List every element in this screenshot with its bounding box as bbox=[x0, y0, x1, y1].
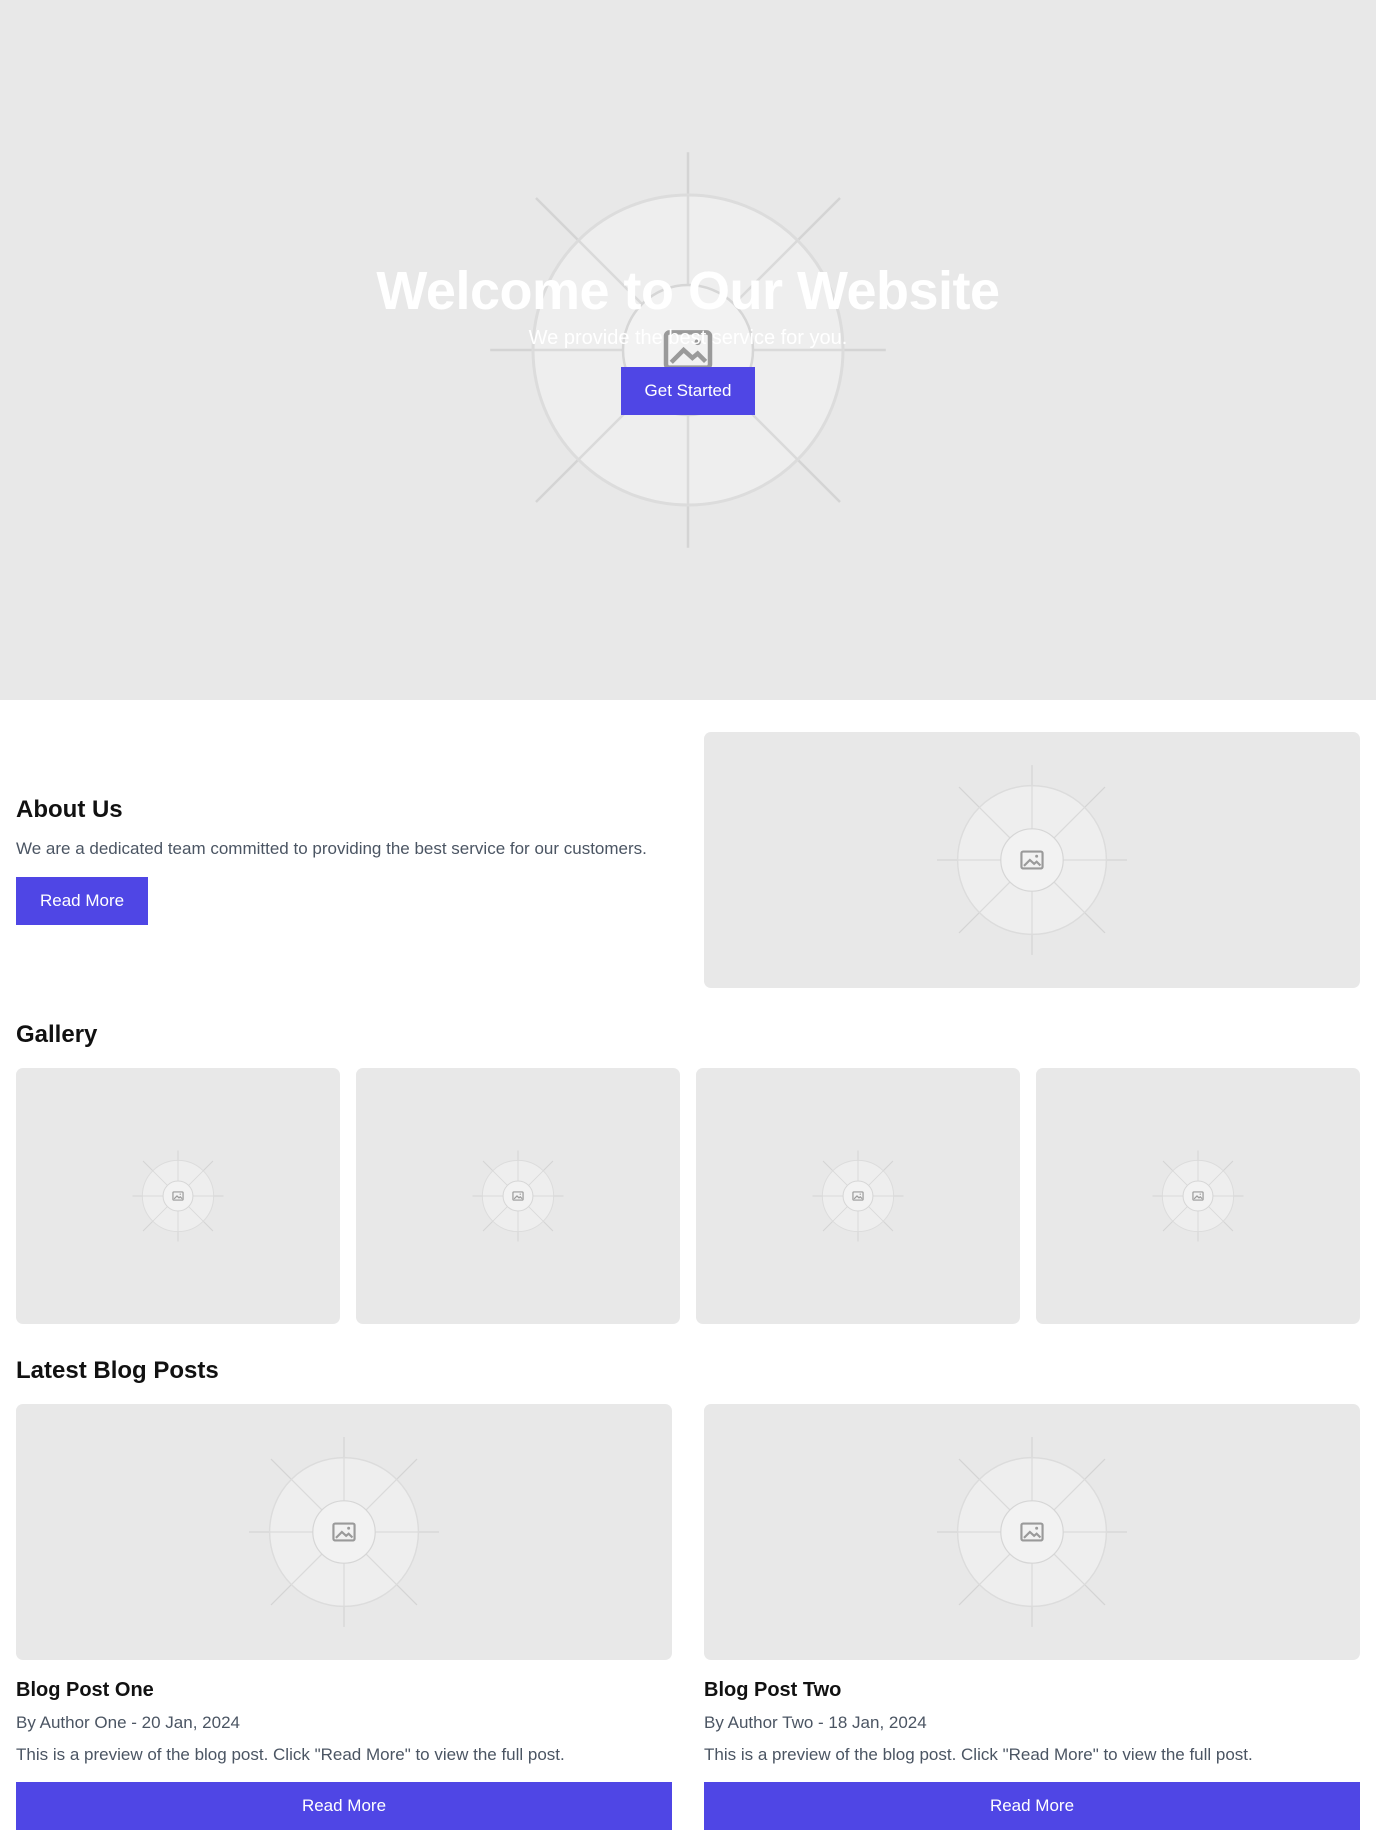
placeholder-artwork bbox=[132, 1150, 224, 1242]
get-started-button[interactable]: Get Started bbox=[620, 367, 756, 416]
blog-card: Blog Post Two By Author Two - 18 Jan, 20… bbox=[704, 1404, 1360, 1831]
gallery-image bbox=[16, 1068, 340, 1324]
blog-post-meta: By Author One - 20 Jan, 2024 bbox=[16, 1713, 240, 1732]
placeholder-artwork bbox=[937, 765, 1127, 955]
placeholder-artwork bbox=[249, 1437, 439, 1627]
blog-read-more-button[interactable]: Read More bbox=[16, 1782, 672, 1831]
placeholder-artwork bbox=[812, 1150, 904, 1242]
hero-section: Welcome to Our Website We provide the be… bbox=[0, 0, 1376, 700]
about-read-more-button[interactable]: Read More bbox=[16, 876, 149, 925]
blog-post-title: Blog Post One bbox=[16, 1679, 154, 1701]
about-text: About Us We are a dedicated team committ… bbox=[16, 796, 676, 925]
blog-post-meta: By Author Two - 18 Jan, 2024 bbox=[704, 1713, 927, 1732]
placeholder-artwork bbox=[1152, 1150, 1244, 1242]
gallery-image bbox=[696, 1068, 1020, 1324]
blog-post-image bbox=[704, 1404, 1360, 1660]
gallery-title: Gallery bbox=[16, 1021, 98, 1048]
about-description: We are a dedicated team committed to pro… bbox=[16, 838, 647, 858]
hero-subtitle: We provide the best service for you. bbox=[528, 327, 848, 350]
about-title: About Us bbox=[16, 796, 123, 823]
gallery-image bbox=[1036, 1068, 1360, 1324]
blog-post-image bbox=[16, 1404, 672, 1660]
hero-title: Welcome to Our Website bbox=[376, 261, 1000, 321]
blog-read-more-button[interactable]: Read More bbox=[704, 1782, 1360, 1831]
placeholder-artwork bbox=[472, 1150, 564, 1242]
hero-content: Welcome to Our Website We provide the be… bbox=[0, 261, 1376, 416]
about-image bbox=[704, 732, 1360, 988]
placeholder-artwork bbox=[937, 1437, 1127, 1627]
blog-post-preview: This is a preview of the blog post. Clic… bbox=[704, 1745, 1253, 1765]
blog-post-title: Blog Post Two bbox=[704, 1679, 842, 1701]
blog-section-title: Latest Blog Posts bbox=[16, 1357, 219, 1384]
blog-post-preview: This is a preview of the blog post. Clic… bbox=[16, 1745, 565, 1765]
blog-card: Blog Post One By Author One - 20 Jan, 20… bbox=[16, 1404, 672, 1831]
gallery-image bbox=[356, 1068, 680, 1324]
